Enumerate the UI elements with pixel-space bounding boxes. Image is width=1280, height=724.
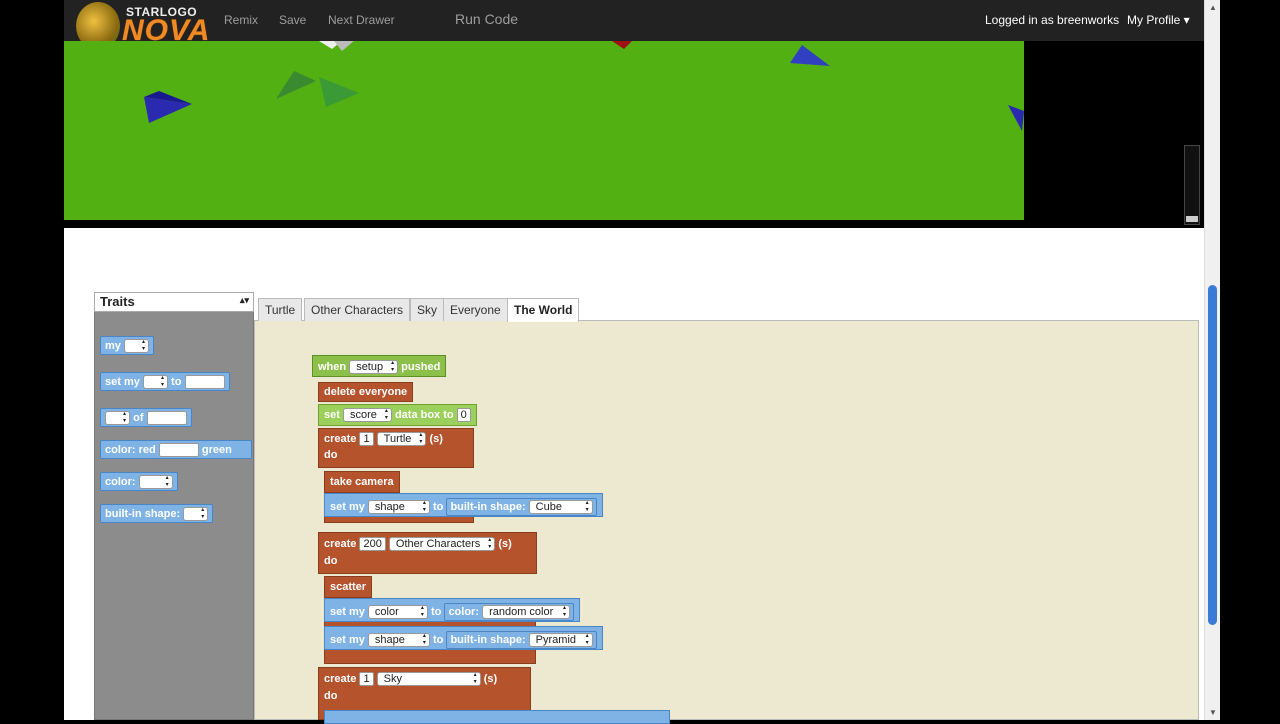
scroll-up-icon[interactable]: ▲ (1209, 3, 1217, 12)
tab-the-world[interactable]: The World (507, 298, 580, 322)
palette-category-select[interactable]: Traits ▴▾ (94, 292, 254, 312)
set-my-color-block[interactable]: set my color to color: random color (324, 598, 581, 622)
my-profile-dropdown[interactable]: My Profile ▾ (1127, 13, 1190, 27)
world-scene (144, 41, 1024, 131)
world-view[interactable] (64, 41, 1024, 220)
page-scrollbar-thumb[interactable] (1208, 285, 1217, 625)
remix-link[interactable]: Remix (224, 13, 258, 27)
page-scrollbar[interactable]: ▲ ▼ (1204, 0, 1220, 720)
scatter-block[interactable]: scatter (324, 576, 373, 598)
scroll-down-icon[interactable]: ▼ (1209, 708, 1217, 717)
palette-block-my[interactable]: my (100, 336, 155, 355)
page: STARLOGO NOVA Remix Save Next Drawer Run… (64, 0, 1220, 724)
set-my-shape-block[interactable]: set my shape to built-in shape: Cube (324, 493, 603, 517)
palette-block-color[interactable]: color: (100, 472, 178, 491)
tab-everyone[interactable]: Everyone (443, 298, 508, 321)
pyramid-shape (334, 41, 354, 51)
pyramid-shape (1008, 105, 1024, 131)
palette-block-color-rgb[interactable]: color: red green (100, 440, 252, 459)
pyramid-shape (790, 45, 830, 66)
set-my-shape-partial-block[interactable] (324, 710, 670, 724)
pyramid-shape (319, 77, 359, 107)
delete-everyone-block[interactable]: delete everyone (318, 382, 414, 402)
pyramid-shape (612, 41, 632, 49)
palette-block-set-my[interactable]: set my to (100, 372, 230, 391)
view-scrollbar-thumb[interactable] (1186, 216, 1198, 222)
create-turtle-block[interactable]: create 1 Turtle (s)do (318, 428, 474, 468)
when-pushed-block[interactable]: when setup pushed (312, 355, 447, 377)
run-code-link[interactable]: Run Code (455, 11, 518, 27)
tab-other-characters[interactable]: Other Characters (304, 298, 411, 321)
palette-block-of[interactable]: of (100, 408, 192, 427)
pyramid-shape (144, 97, 192, 123)
view-scrollbar[interactable] (1184, 145, 1200, 225)
next-drawer-link[interactable]: Next Drawer (328, 13, 395, 27)
tab-sky[interactable]: Sky (410, 298, 445, 321)
palette-block-built-in-shape[interactable]: built-in shape: (100, 504, 214, 523)
take-camera-block[interactable]: take camera (324, 471, 400, 493)
pyramid-shape (276, 71, 316, 99)
palette-category-label: Traits (100, 294, 135, 309)
set-data-box-block[interactable]: set score data box to 0 (318, 404, 477, 426)
set-my-shape-pyramid-block[interactable]: set my shape to built-in shape: Pyramid (324, 626, 603, 650)
save-link[interactable]: Save (279, 13, 306, 27)
select-arrows-icon: ▴▾ (239, 295, 249, 305)
tab-turtle[interactable]: Turtle (258, 298, 303, 321)
create-other-characters-block[interactable]: create 200 Other Characters (s)do (318, 532, 537, 574)
navbar: STARLOGO NOVA Remix Save Next Drawer Run… (64, 0, 1204, 50)
logged-in-label: Logged in as breenworks (985, 13, 1120, 27)
